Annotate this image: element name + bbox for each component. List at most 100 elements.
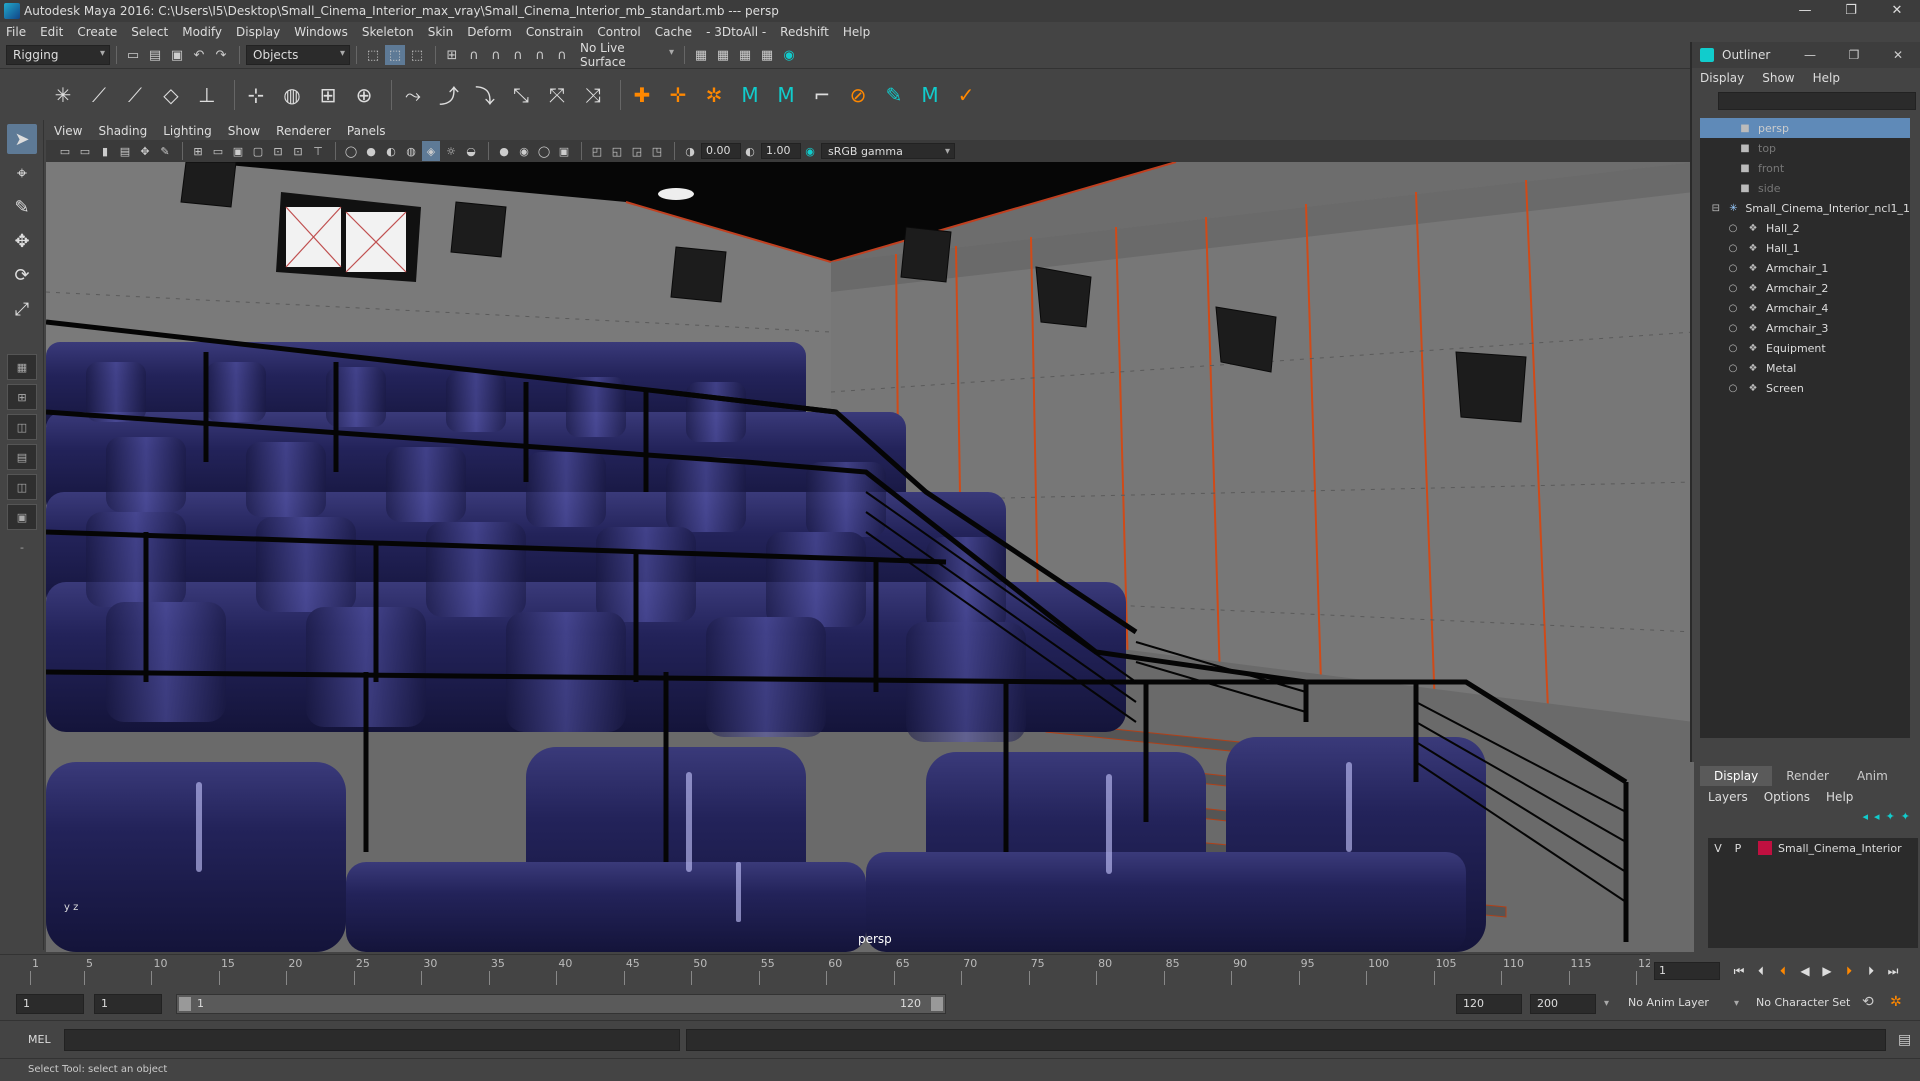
layer-menu-help[interactable]: Help — [1826, 790, 1853, 804]
color-space-dropdown[interactable]: sRGB gamma — [821, 143, 955, 159]
step-back-key-icon[interactable]: ⏴ — [1750, 962, 1772, 980]
snap-curve-icon[interactable]: ∩ — [464, 45, 484, 65]
layer-visibility-toggle[interactable]: V — [1708, 842, 1728, 855]
hypershade-layout-icon[interactable]: ▣ — [7, 504, 37, 530]
step-forward-key-icon[interactable]: ⏵ — [1860, 962, 1882, 980]
rotate-tool-icon[interactable]: ⟳ — [7, 260, 37, 290]
start-time-field[interactable]: 1 — [16, 994, 84, 1014]
character-set-dropdown[interactable]: No Character Set — [1756, 996, 1850, 1009]
outliner-item-armchair4[interactable]: ○ ❖ Armchair_4 — [1700, 298, 1910, 318]
color-management-icon[interactable]: ◉ — [801, 141, 819, 161]
wrap-deformer-icon[interactable]: ✎ — [879, 80, 909, 110]
end-time-field[interactable]: 200 — [1530, 994, 1596, 1014]
playback-end-field[interactable]: 120 — [1456, 994, 1522, 1014]
outliner-minimize-button[interactable]: — — [1788, 48, 1832, 62]
grease-pencil-icon[interactable]: ✎ — [156, 141, 174, 161]
constraint-parent-icon[interactable]: ⤧ — [542, 80, 572, 110]
selection-mode-dropdown[interactable]: Objects — [246, 45, 350, 65]
layer-menu-options[interactable]: Options — [1764, 790, 1810, 804]
outliner-item-side[interactable]: ■ side — [1700, 178, 1910, 198]
range-end-handle[interactable] — [931, 997, 943, 1011]
range-slider[interactable]: 1 120 — [176, 994, 946, 1014]
go-to-end-icon[interactable]: ⏭ — [1882, 962, 1904, 980]
menu-display[interactable]: Display — [236, 25, 280, 39]
xray-active-icon[interactable]: ◱ — [608, 141, 626, 161]
textured-icon[interactable]: ◍ — [402, 141, 420, 161]
outliner-layout-icon[interactable]: ▤ — [7, 444, 37, 470]
constraint-orient-icon[interactable]: ⤵ — [470, 80, 500, 110]
gamma-field[interactable]: 1.00 — [761, 143, 801, 159]
menu-create[interactable]: Create — [77, 25, 117, 39]
isolate-select-icon[interactable]: ▣ — [555, 141, 573, 161]
quick-rig-icon[interactable]: M — [771, 80, 801, 110]
viewport-persp[interactable]: y z persp — [46, 162, 1694, 952]
ik-spline-icon[interactable]: ⟋ — [120, 80, 150, 110]
go-to-start-icon[interactable]: ⏮ — [1728, 962, 1750, 980]
play-forward-icon[interactable]: ▶ — [1816, 962, 1838, 980]
script-editor-icon[interactable]: ▤ — [1898, 1032, 1911, 1048]
outliner-menu-display[interactable]: Display — [1700, 71, 1744, 85]
anti-aliasing-icon[interactable]: ◉ — [515, 141, 533, 161]
outliner-item-equipment[interactable]: ○ ❖ Equipment — [1700, 338, 1910, 358]
step-forward-frame-icon[interactable]: ⏵ — [1838, 962, 1860, 980]
safe-action-icon[interactable]: ⊡ — [289, 141, 307, 161]
snap-view-icon[interactable]: ∩ — [508, 45, 528, 65]
playback-start-field[interactable]: 1 — [94, 994, 162, 1014]
vp-menu-renderer[interactable]: Renderer — [276, 124, 331, 138]
hypershade-icon[interactable]: ◉ — [779, 45, 799, 65]
snap-surface-icon[interactable]: ∩ — [530, 45, 550, 65]
anim-layer-dropdown[interactable]: No Anim Layer — [1628, 996, 1709, 1009]
outliner-item-front[interactable]: ■ front — [1700, 158, 1910, 178]
graph-layout-icon[interactable]: ◫ — [7, 474, 37, 500]
paint-select-icon[interactable]: ✎ — [7, 192, 37, 222]
new-layer-selected-icon[interactable]: ✦ — [1901, 810, 1910, 823]
constraint-point-icon[interactable]: ⤳ — [398, 80, 428, 110]
cross-icon[interactable]: ✚ — [627, 80, 657, 110]
outliner-item-armchair1[interactable]: ○ ❖ Armchair_1 — [1700, 258, 1910, 278]
time-slider[interactable]: 1 5 10 15 20 25 30 35 40 45 50 55 60 65 70 75 80 85 90 95 10… — [0, 954, 1690, 988]
menu-file[interactable]: File — [6, 25, 26, 39]
snap-point-icon[interactable]: ∩ — [486, 45, 506, 65]
vp-menu-lighting[interactable]: Lighting — [163, 124, 212, 138]
menu-cache[interactable]: Cache — [655, 25, 692, 39]
tab-display[interactable]: Display — [1700, 766, 1773, 786]
menu-modify[interactable]: Modify — [182, 25, 222, 39]
wireframe-on-shaded-icon[interactable]: ◐ — [382, 141, 400, 161]
screen-space-ao-icon[interactable]: ◒ — [462, 141, 480, 161]
layer-color-swatch[interactable] — [1758, 841, 1772, 855]
outliner-item-group[interactable]: ⊟ ✳ Small_Cinema_Interior_ncl1_1 — [1700, 198, 1910, 218]
menu-select[interactable]: Select — [131, 25, 168, 39]
minimize-button[interactable]: — — [1782, 0, 1828, 22]
tab-render[interactable]: Render — [1772, 766, 1843, 786]
muscle-icon[interactable]: ⌐ — [807, 80, 837, 110]
two-view-icon[interactable]: ◫ — [7, 414, 37, 440]
more-layouts-icon[interactable]: - — [7, 534, 37, 560]
camera-icon[interactable]: ▭ — [76, 141, 94, 161]
menu-help[interactable]: Help — [843, 25, 870, 39]
layer-playback-toggle[interactable]: P — [1728, 842, 1748, 855]
exposure-icon[interactable]: ◑ — [681, 141, 699, 161]
new-layer-icon[interactable]: ✦ — [1886, 810, 1895, 823]
single-view-icon[interactable]: ▦ — [7, 354, 37, 380]
lattice-icon[interactable]: ⊞ — [313, 80, 343, 110]
render-view-icon[interactable]: ▦ — [691, 45, 711, 65]
vp-menu-show[interactable]: Show — [228, 124, 260, 138]
outliner-item-screen[interactable]: ○ ❖ Screen — [1700, 378, 1910, 398]
outliner-close-button[interactable]: ✕ — [1876, 48, 1920, 62]
pin-icon[interactable]: ✛ — [663, 80, 693, 110]
range-start-handle[interactable] — [179, 997, 191, 1011]
move-layer-down-icon[interactable]: ◂ — [1874, 810, 1880, 823]
outliner-menu-help[interactable]: Help — [1813, 71, 1840, 85]
safe-title-icon[interactable]: ⊤ — [309, 141, 327, 161]
open-scene-icon[interactable]: ▤ — [145, 45, 165, 65]
resolution-gate-icon[interactable]: ▣ — [229, 141, 247, 161]
grid-icon[interactable]: ⊞ — [189, 141, 207, 161]
undo-icon[interactable]: ↶ — [189, 45, 209, 65]
scale-tool-icon[interactable]: ⤢ — [7, 294, 37, 324]
locator-icon[interactable]: ⊥ — [192, 80, 222, 110]
select-tool-icon[interactable]: ➤ — [7, 124, 37, 154]
render-frame-icon[interactable]: ▦ — [713, 45, 733, 65]
xray-joints-icon[interactable]: ◲ — [628, 141, 646, 161]
ik-handle-icon[interactable]: ⟋ — [84, 80, 114, 110]
command-input[interactable] — [64, 1028, 680, 1051]
